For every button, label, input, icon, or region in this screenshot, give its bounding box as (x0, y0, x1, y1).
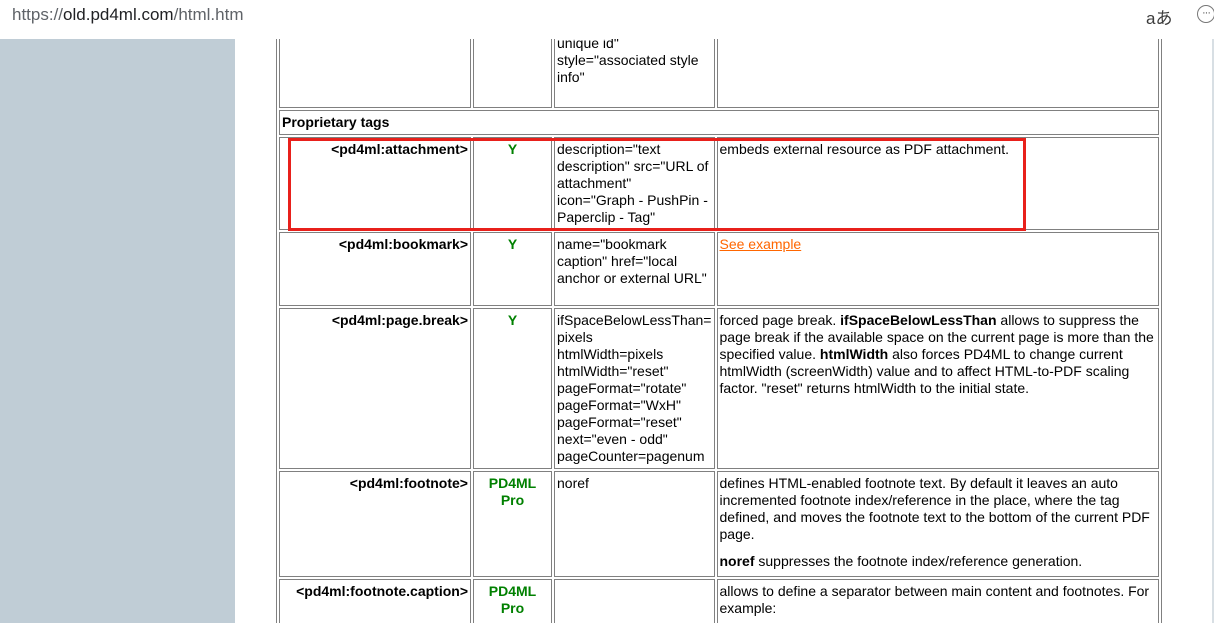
desc-keyword: htmlWidth (819, 346, 889, 362)
more-options-icon[interactable]: ··· (1197, 5, 1214, 23)
url-text[interactable]: https://old.pd4ml.com/html.htm (12, 5, 244, 25)
attrs-cell: ifSpaceBelowLessThan= pixels htmlWidth=p… (554, 308, 715, 469)
attr-text: id="document-wide unique id" (557, 39, 619, 51)
attr-text: pageFormat="rotate" (557, 380, 687, 396)
page-left-gutter (0, 39, 235, 623)
support-value: Y (473, 232, 552, 306)
support-value: Y (473, 137, 552, 230)
support-value: Pro (500, 600, 525, 616)
table-row: id="document-wide unique id" style="asso… (279, 39, 1159, 108)
attr-text: next="even - odd" (557, 431, 668, 447)
description-cell: See example (716, 232, 1159, 306)
support-cell: PD4ML Pro (473, 579, 552, 623)
support-value: Pro (500, 492, 525, 508)
support-value: PD4ML (488, 583, 537, 599)
description-cell: defines HTML-enabled footnote text. By d… (716, 471, 1159, 577)
tag-cell (279, 39, 471, 108)
description-text: allows to define a separator between mai… (716, 579, 1159, 623)
table-row-attachment: <pd4ml:attachment> Y description="text d… (279, 137, 1159, 230)
toolbar-gap (0, 32, 1214, 39)
desc-cell (716, 39, 1159, 108)
url-path: /html.htm (173, 5, 244, 24)
attr-text: pageCounter=pagenum (557, 448, 705, 464)
attrs-text (554, 579, 715, 623)
desc-keyword: noref (719, 553, 755, 569)
table-row-bookmark: <pd4ml:bookmark> Y name="bookmark captio… (279, 232, 1159, 306)
table-row-footnote-caption: <pd4ml:footnote.caption> PD4ML Pro allows… (279, 579, 1159, 623)
address-bar[interactable]: https://old.pd4ml.com/html.htm aあ ··· (0, 0, 1214, 33)
see-example-link[interactable]: See example (720, 236, 802, 252)
attr-text: pageFormat="WxH" (557, 397, 681, 413)
description-text: embeds external resource as PDF attachme… (716, 137, 1159, 230)
attrs-cell: id="document-wide unique id" style="asso… (554, 39, 715, 108)
desc-text: forced page break. (719, 312, 841, 328)
attrs-text: noref (554, 471, 715, 577)
attr-text: style="associated style info" (557, 52, 699, 85)
tag-name: <pd4ml:page.break> (279, 308, 471, 469)
read-aloud-icon[interactable]: aあ (1146, 4, 1172, 29)
table-row-page-break: <pd4ml:page.break> Y ifSpaceBelowLessTha… (279, 308, 1159, 469)
support-value: PD4ML (488, 475, 537, 491)
section-row: Proprietary tags (279, 110, 1159, 135)
attrs-text: description="text description" src="URL … (554, 137, 715, 230)
desc-paragraph: noref suppresses the footnote index/refe… (720, 553, 1156, 570)
description-cell: forced page break. ifSpaceBelowLessThan … (716, 308, 1159, 469)
attr-text: htmlWidth=pixels (557, 346, 664, 362)
tag-name: <pd4ml:footnote> (279, 471, 471, 577)
tag-name: <pd4ml:footnote.caption> (279, 579, 471, 623)
support-cell (473, 39, 552, 108)
desc-keyword: ifSpaceBelowLessThan (840, 312, 997, 328)
url-scheme: https:// (12, 5, 64, 24)
url-host: old.pd4ml.com (63, 5, 174, 24)
table-row-footnote: <pd4ml:footnote> PD4ML Pro noref defines … (279, 471, 1159, 577)
attrs-text: name="bookmark caption" href="local anch… (554, 232, 715, 306)
desc-text: suppresses the footnote index/reference … (754, 553, 1083, 569)
support-cell: PD4ML Pro (473, 471, 552, 577)
tags-table: id="document-wide unique id" style="asso… (276, 39, 1162, 623)
attr-text: pageFormat="reset" (557, 414, 682, 430)
attr-text: htmlWidth="reset" (557, 363, 669, 379)
desc-paragraph: defines HTML-enabled footnote text. By d… (719, 475, 1150, 542)
support-value: Y (473, 308, 552, 469)
section-title: Proprietary tags (279, 110, 1159, 135)
tag-name: <pd4ml:attachment> (279, 137, 471, 230)
page-content: id="document-wide unique id" style="asso… (235, 39, 1214, 623)
tag-name: <pd4ml:bookmark> (279, 232, 471, 306)
attr-text: ifSpaceBelowLessThan= pixels (557, 312, 712, 345)
